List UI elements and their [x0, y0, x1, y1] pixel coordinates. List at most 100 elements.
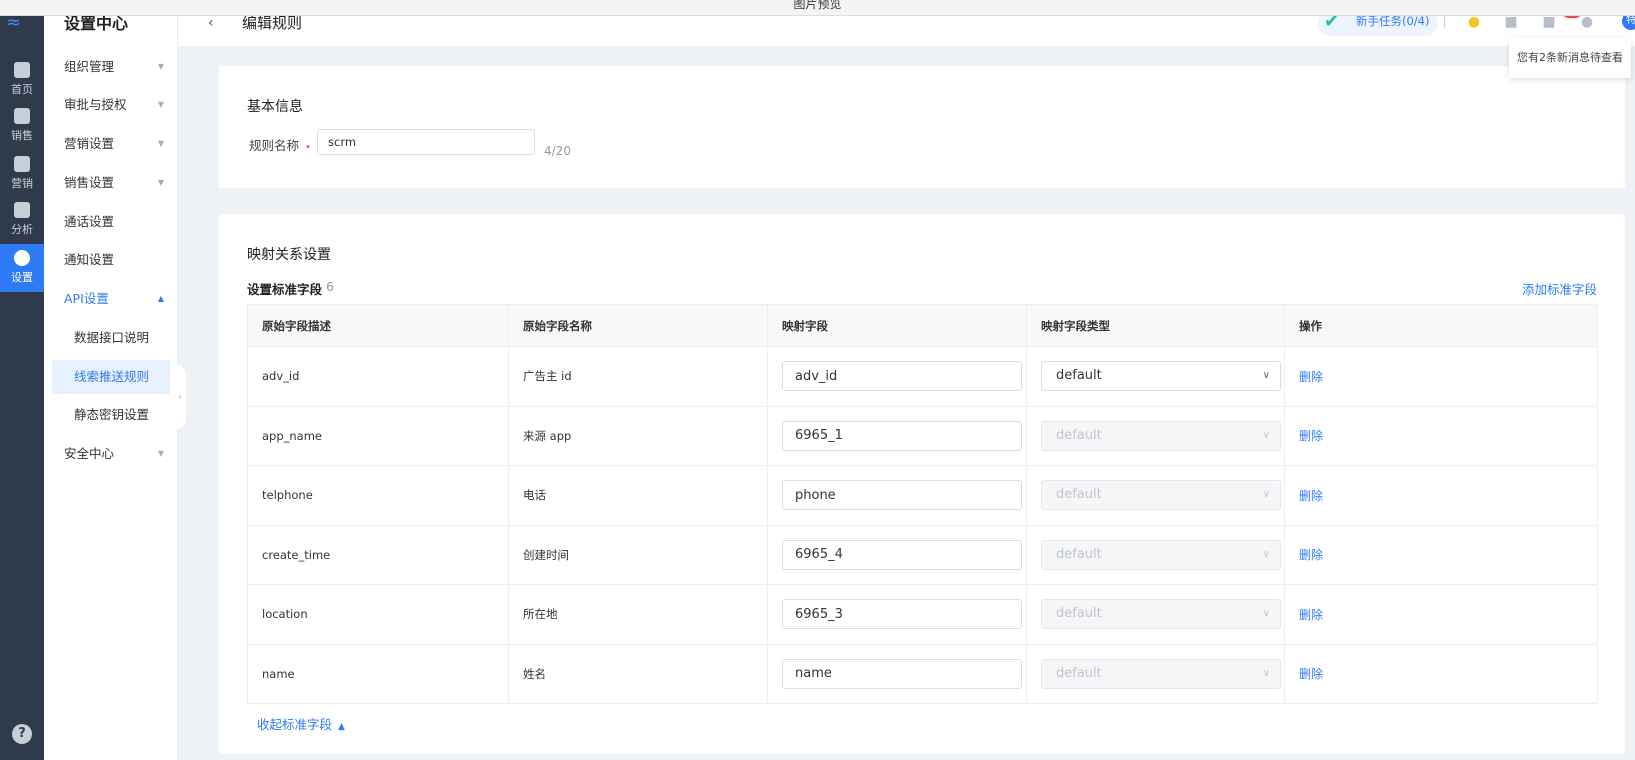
app-rail: ≈ 首页 销售 营销 分析 设置 ?	[0, 12, 44, 760]
mapping-field-input[interactable]	[782, 658, 1022, 689]
select-value: default	[1056, 606, 1102, 622]
rail-item-analysis[interactable]: 分析	[0, 196, 44, 244]
field-desc: name	[247, 644, 509, 704]
delete-button[interactable]: 删除	[1299, 370, 1323, 384]
mapping-type-cell: default ∨	[1026, 465, 1285, 526]
settings-submenu: 设置中心 组织管理 ▼ 审批与授权 ▼ 营销设置 ▼ 销售设置 ▼ 通话设置 通知设置 …	[44, 16, 178, 760]
collapse-standard-fields-link[interactable]: 收起标准字段 ▲	[257, 714, 345, 733]
column-header: 映射字段类型	[1026, 304, 1285, 347]
mapping-field-cell	[767, 644, 1027, 704]
menu-item-sales[interactable]: 销售设置 ▼	[44, 166, 178, 200]
table-row: create_time 创建时间 default ∨ 删除	[247, 525, 1598, 585]
mapping-table: 原始字段描述 原始字段名称 映射字段 映射字段类型 操作 adv_id 广告主 …	[247, 304, 1598, 704]
help-icon[interactable]: ?	[12, 724, 32, 744]
mapping-type-cell: default ∨	[1026, 584, 1285, 645]
download-icon[interactable]: ■	[1541, 14, 1557, 30]
lightbulb-icon[interactable]: ●	[1466, 14, 1482, 30]
checkbox-icon[interactable]: ■	[1503, 14, 1519, 30]
mapping-type-cell: default ∨	[1026, 346, 1285, 407]
rail-item-label: 首页	[11, 83, 33, 96]
chevron-down-icon: ∨	[1262, 370, 1270, 382]
field-desc: location	[247, 584, 509, 645]
mapping-field-cell	[767, 406, 1027, 466]
submenu-title: 设置中心	[64, 14, 129, 33]
rail-item-marketing[interactable]: 营销	[0, 150, 44, 198]
mapping-field-input[interactable]	[782, 539, 1022, 570]
menu-item-lead-push-rules[interactable]: 线索推送规则	[52, 360, 170, 394]
mapping-field-input[interactable]	[782, 480, 1022, 511]
chevron-down-icon: ▼	[157, 100, 164, 109]
menu-item-org[interactable]: 组织管理 ▼	[44, 50, 178, 84]
basic-info-title: 基本信息	[247, 99, 303, 115]
action-cell: 删除	[1284, 644, 1598, 704]
menu-item-marketing[interactable]: 营销设置 ▼	[44, 127, 178, 161]
rule-name-label: 规则名称 •	[249, 135, 311, 154]
action-cell: 删除	[1284, 406, 1598, 466]
mapping-field-cell	[767, 525, 1027, 585]
mapping-type-select[interactable]: default ∨	[1041, 361, 1281, 392]
menu-item-static-key[interactable]: 静态密钥设置	[44, 398, 178, 432]
mapping-type-select: default ∨	[1041, 480, 1281, 511]
mapping-type-cell: default ∨	[1026, 406, 1285, 466]
rule-name-input[interactable]	[317, 129, 535, 155]
chevron-down-icon: ▼	[157, 139, 164, 148]
chevron-up-icon: ▲	[338, 722, 345, 732]
table-row: adv_id 广告主 id default ∨ 删除	[247, 346, 1598, 407]
table-row: app_name 来源 app default ∨ 删除	[247, 406, 1598, 466]
chevron-down-icon: ▼	[157, 62, 164, 71]
field-name: 来源 app	[508, 406, 768, 466]
delete-button[interactable]: 删除	[1299, 548, 1323, 562]
menu-item-approval[interactable]: 审批与授权 ▼	[44, 88, 178, 122]
menu-item-label: 营销设置	[64, 136, 115, 151]
header-divider	[1444, 16, 1445, 28]
bell-icon[interactable]: ●	[1579, 14, 1595, 30]
phone-icon	[14, 108, 30, 124]
menu-item-security[interactable]: 安全中心 ▼	[44, 437, 178, 471]
mapping-field-cell	[767, 584, 1027, 645]
table-row: location 所在地 default ∨ 删除	[247, 584, 1598, 645]
mapping-card: 映射关系设置 设置标准字段 6 添加标准字段 原始字段描述 原始字段名称 映射字…	[219, 214, 1625, 754]
menu-item-api[interactable]: API设置 ▲	[44, 282, 178, 316]
action-cell: 删除	[1284, 346, 1598, 407]
mapping-type-cell: default ∨	[1026, 525, 1285, 585]
field-name: 电话	[508, 465, 768, 526]
menu-item-notify[interactable]: 通知设置	[44, 243, 178, 277]
field-name: 创建时间	[508, 525, 768, 585]
delete-button[interactable]: 删除	[1299, 608, 1323, 622]
required-mark: •	[305, 142, 311, 153]
rail-item-home[interactable]: 首页	[0, 56, 44, 104]
mapping-field-input[interactable]	[782, 420, 1022, 451]
mapping-field-cell	[767, 465, 1027, 526]
settings-icon	[14, 250, 30, 266]
mapping-field-input[interactable]	[782, 361, 1022, 392]
chevron-down-icon: ∨	[1262, 429, 1270, 441]
collapse-sidebar-handle[interactable]: ‹	[174, 365, 186, 429]
edit-icon	[14, 156, 30, 172]
rail-item-settings[interactable]: 设置	[0, 244, 44, 292]
app-logo-icon: ≈	[6, 12, 22, 33]
mapping-field-cell	[767, 346, 1027, 407]
rail-item-sales[interactable]: 销售	[0, 102, 44, 150]
mapping-field-input[interactable]	[782, 599, 1022, 630]
delete-button[interactable]: 删除	[1299, 429, 1323, 443]
select-value: default	[1056, 665, 1102, 681]
table-header-row: 原始字段描述 原始字段名称 映射字段 映射字段类型 操作	[247, 304, 1598, 347]
menu-item-api-doc[interactable]: 数据接口说明	[44, 321, 178, 355]
back-icon[interactable]: ‹	[208, 16, 214, 30]
rule-name-char-count: 4/20	[544, 144, 571, 158]
delete-button[interactable]: 删除	[1299, 489, 1323, 503]
new-message-tooltip[interactable]: 您有2条新消息待查看	[1509, 38, 1631, 78]
table-row: name 姓名 default ∨ 删除	[247, 644, 1598, 704]
menu-item-label: 审批与授权	[64, 97, 127, 112]
menu-item-label: 销售设置	[64, 175, 115, 190]
chevron-down-icon: ∨	[1262, 548, 1270, 560]
newbie-task-label: 新手任务(0/4)	[1356, 14, 1430, 28]
chevron-down-icon: ∨	[1262, 667, 1270, 679]
rule-name-label-text: 规则名称	[249, 138, 300, 153]
menu-item-call[interactable]: 通话设置	[44, 205, 178, 239]
column-header: 映射字段	[767, 304, 1027, 347]
standard-fields-label: 设置标准字段	[247, 282, 323, 297]
action-cell: 删除	[1284, 584, 1598, 645]
add-standard-field-link[interactable]: 添加标准字段	[1522, 279, 1597, 298]
delete-button[interactable]: 删除	[1299, 667, 1323, 681]
